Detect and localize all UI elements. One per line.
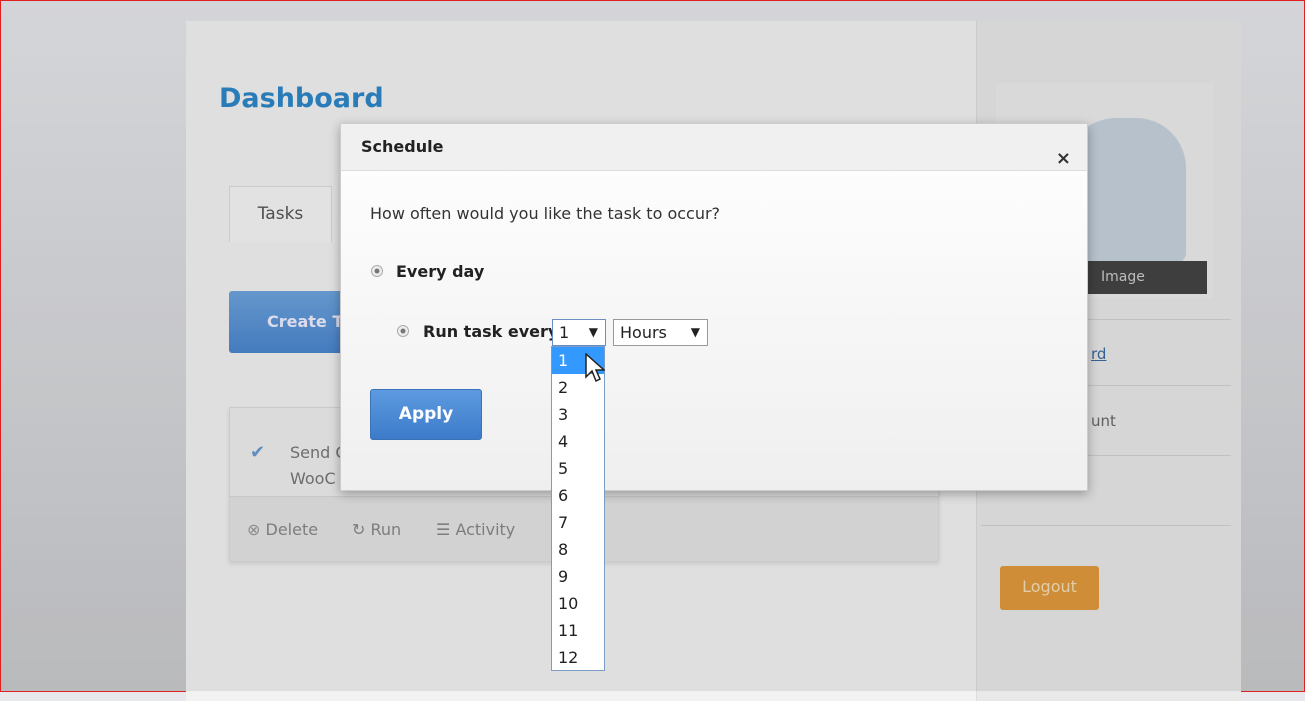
interval-option[interactable]: 3 (552, 401, 604, 428)
run-every-label: Run task every (423, 322, 559, 341)
question-text: How often would you like the task to occ… (370, 204, 721, 223)
interval-option[interactable]: 7 (552, 509, 604, 536)
schedule-modal: Schedule × How often would you like the … (340, 123, 1088, 491)
interval-option[interactable]: 8 (552, 536, 604, 563)
unit-select[interactable]: Hours ▼ (613, 319, 708, 346)
mouse-cursor-icon (585, 353, 605, 383)
interval-option[interactable]: 10 (552, 590, 604, 617)
interval-select[interactable]: 1 ▼ (552, 319, 606, 346)
interval-option[interactable]: 9 (552, 563, 604, 590)
apply-button[interactable]: Apply (370, 389, 482, 440)
interval-option[interactable]: 11 (552, 617, 604, 644)
every-day-radio[interactable] (371, 265, 383, 277)
modal-header: Schedule × (341, 124, 1087, 171)
every-day-label: Every day (396, 262, 485, 281)
dropdown-arrow-icon: ▼ (690, 325, 700, 339)
interval-option[interactable]: 5 (552, 455, 604, 482)
run-every-radio[interactable] (397, 325, 409, 337)
interval-option[interactable]: 4 (552, 428, 604, 455)
dropdown-arrow-icon: ▼ (588, 325, 598, 339)
close-icon[interactable]: × (1056, 136, 1071, 182)
interval-dropdown-list: 1 2 3 4 5 6 7 8 9 10 11 12 (551, 346, 605, 671)
interval-option[interactable]: 6 (552, 482, 604, 509)
modal-title: Schedule (361, 137, 444, 156)
interval-option[interactable]: 12 (552, 644, 604, 671)
